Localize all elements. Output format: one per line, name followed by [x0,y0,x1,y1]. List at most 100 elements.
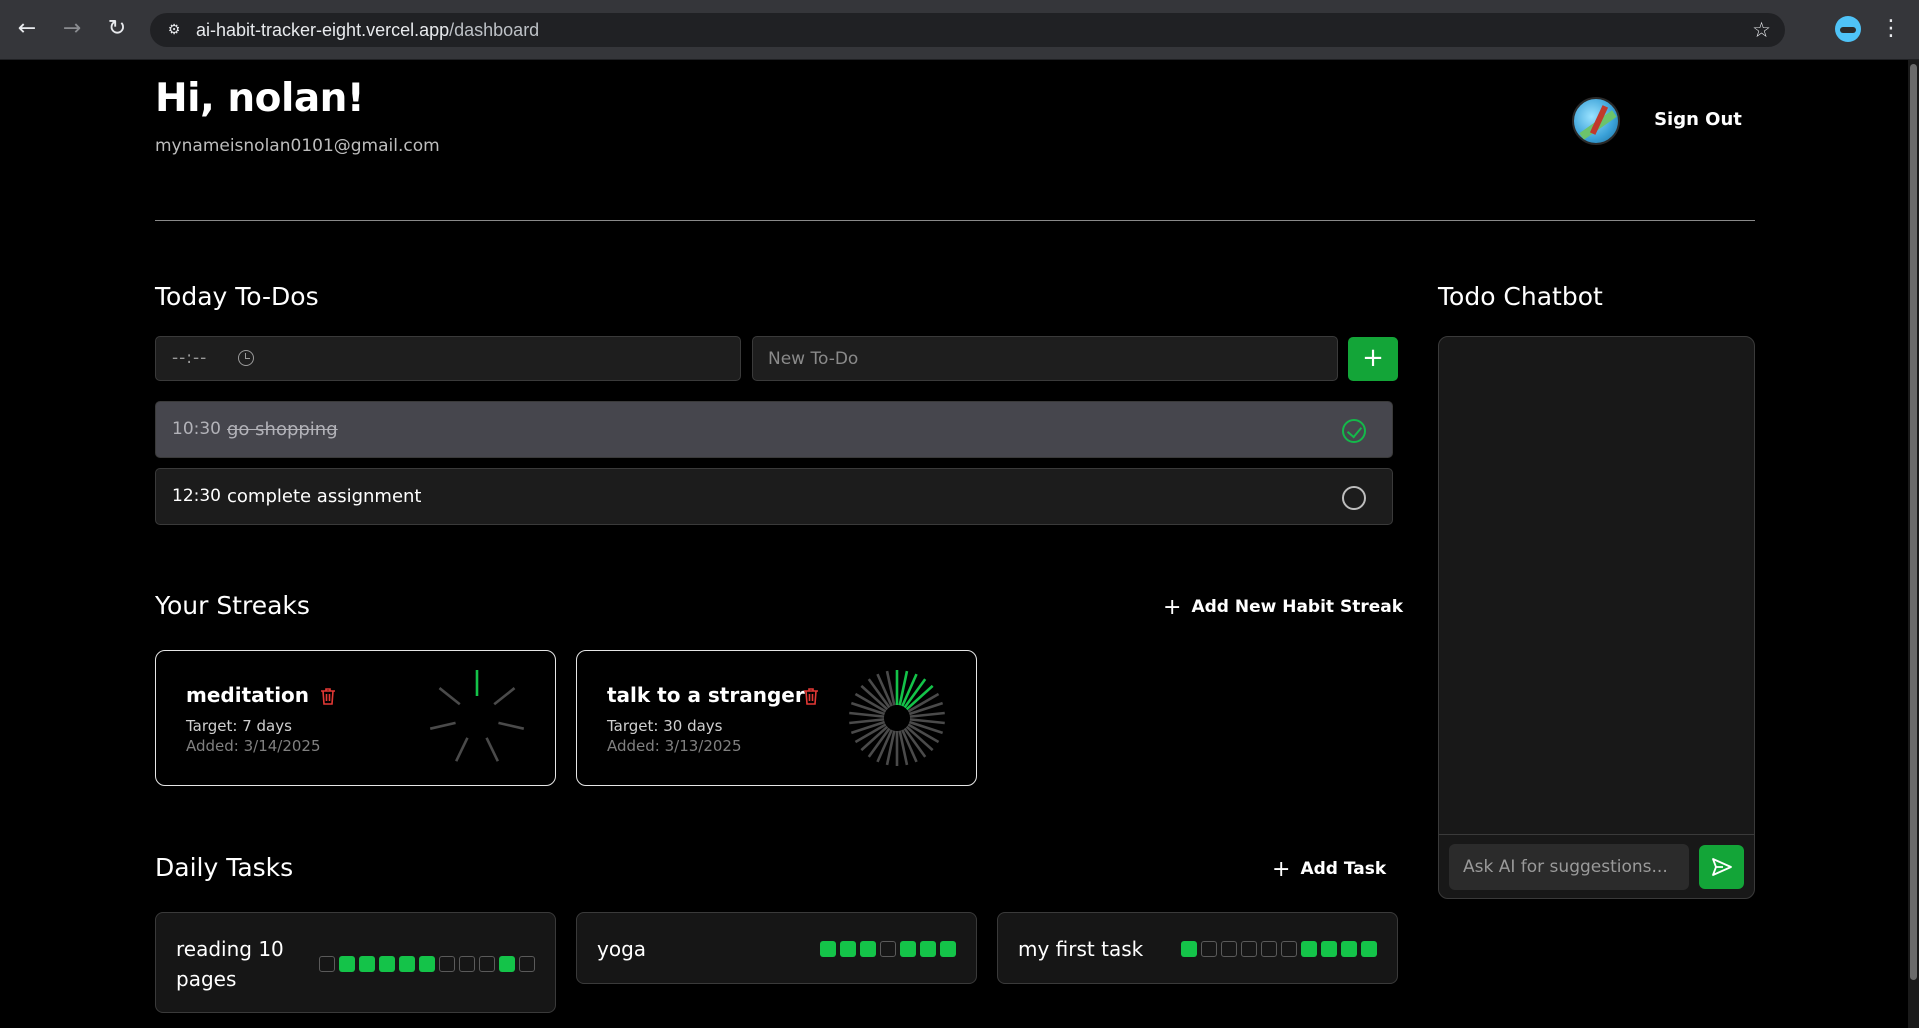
task-day-dots [1181,941,1377,957]
add-habit-streak-label: Add New Habit Streak [1191,597,1404,617]
todo-time: 10:30 [172,419,221,439]
trash-icon[interactable] [803,687,819,705]
streak-target: Target: 30 days [607,717,723,735]
streak-added: Added: 3/14/2025 [186,737,321,755]
day-missed-marker [1221,941,1237,957]
day-complete-marker [860,941,876,957]
todo-text: go shopping [227,419,338,440]
todo-item[interactable]: 12:30 complete assignment [155,468,1393,525]
star-icon[interactable]: ☆ [1752,18,1771,42]
task-day-dots [820,941,956,957]
streaks-title: Your Streaks [155,591,310,620]
day-missed-marker [479,956,495,972]
url-text[interactable]: ai-habit-tracker-eight.vercel.app/dashbo… [196,20,539,41]
streak-day-pending [493,687,516,706]
chat-input[interactable] [1449,844,1689,890]
day-complete-marker [419,956,435,972]
page-scrollbar[interactable] [1908,60,1919,1028]
scrollbar-thumb[interactable] [1910,64,1917,980]
arrow-left-icon[interactable]: ← [12,14,42,44]
day-complete-marker [1181,941,1197,957]
address-bar[interactable]: ⚙ ai-habit-tracker-eight.vercel.app/dash… [150,13,1785,47]
streak-day-pending [909,718,945,725]
day-missed-marker [519,956,535,972]
site-info-icon[interactable]: ⚙ [164,20,184,40]
streak-card: talk to a stranger Target: 30 days Added… [576,650,977,786]
todo-text: complete assignment [227,486,422,507]
trash-icon[interactable] [320,687,336,705]
day-complete-marker [339,956,355,972]
streak-day-pending [438,687,461,706]
send-icon [1712,858,1732,876]
day-complete-marker [900,941,916,957]
reload-icon[interactable]: ↻ [102,14,132,44]
chatbot-title: Todo Chatbot [1438,282,1603,311]
day-complete-marker [499,956,515,972]
todo-item[interactable]: 10:30 go shopping [155,401,1393,458]
empty-circle-icon[interactable] [1342,486,1366,510]
add-todo-button[interactable]: + [1348,337,1398,381]
task-card[interactable]: my first task [997,912,1398,984]
day-complete-marker [399,956,415,972]
clock-icon[interactable] [238,350,254,366]
plus-icon: + [1272,857,1291,882]
task-day-dots [319,956,535,972]
task-name: reading 10 pages [176,937,284,991]
todo-time-input[interactable]: --:-- [155,336,741,381]
user-email: mynameisnolan0101@gmail.com [155,136,440,156]
streak-day-pending [455,737,469,762]
sign-out-button[interactable]: Sign Out [1640,104,1756,136]
plus-icon: + [1163,595,1182,620]
day-complete-marker [359,956,375,972]
streak-added: Added: 3/13/2025 [607,737,742,755]
day-missed-marker [319,956,335,972]
day-missed-marker [459,956,475,972]
streak-card: meditation Target: 7 days Added: 3/14/20… [155,650,556,786]
time-placeholder: --:-- [172,348,208,368]
streak-day-pending [849,711,885,718]
day-missed-marker [439,956,455,972]
kebab-menu-icon[interactable]: ⋮ [1880,13,1902,45]
day-complete-marker [1361,941,1377,957]
chat-panel [1438,336,1755,899]
streak-name: meditation [186,683,310,707]
day-missed-marker [1261,941,1277,957]
greeting-title: Hi, nolan! [155,76,365,121]
task-name: yoga [597,937,647,961]
day-missed-marker [1281,941,1297,957]
streak-progress-ring [849,670,945,766]
check-circle-icon[interactable] [1342,419,1366,443]
day-complete-marker [940,941,956,957]
avatar[interactable] [1572,97,1620,145]
day-complete-marker [840,941,856,957]
arrow-right-icon[interactable]: → [57,14,87,44]
todos-title: Today To-Dos [155,282,319,311]
add-task-label: Add Task [1300,859,1387,879]
send-button[interactable] [1699,845,1744,889]
streak-day-pending [429,721,456,730]
add-habit-streak-button[interactable]: + Add New Habit Streak [1163,595,1403,620]
day-missed-marker [880,941,896,957]
task-name: my first task [1018,937,1144,961]
streak-target: Target: 7 days [186,717,292,735]
day-complete-marker [820,941,836,957]
day-complete-marker [1301,941,1317,957]
add-task-button[interactable]: + Add Task [1272,857,1386,882]
todo-time: 12:30 [172,486,221,506]
day-complete-marker [920,941,936,957]
day-missed-marker [1201,941,1217,957]
streak-name: talk to a stranger [607,683,805,707]
browser-profile-icon[interactable] [1835,16,1861,42]
streak-progress-ring [429,670,525,762]
streak-day-pending [498,721,525,730]
streak-day-pending [485,737,499,762]
task-card[interactable]: reading 10 pages [155,912,556,1013]
header-divider [155,220,1755,221]
task-card[interactable]: yoga [576,912,977,984]
browser-toolbar: ← → ↻ ⚙ ai-habit-tracker-eight.vercel.ap… [0,0,1919,60]
day-complete-marker [1341,941,1357,957]
day-missed-marker [1241,941,1257,957]
day-complete-marker [1321,941,1337,957]
chat-divider [1439,834,1754,835]
new-todo-input[interactable] [752,336,1338,381]
